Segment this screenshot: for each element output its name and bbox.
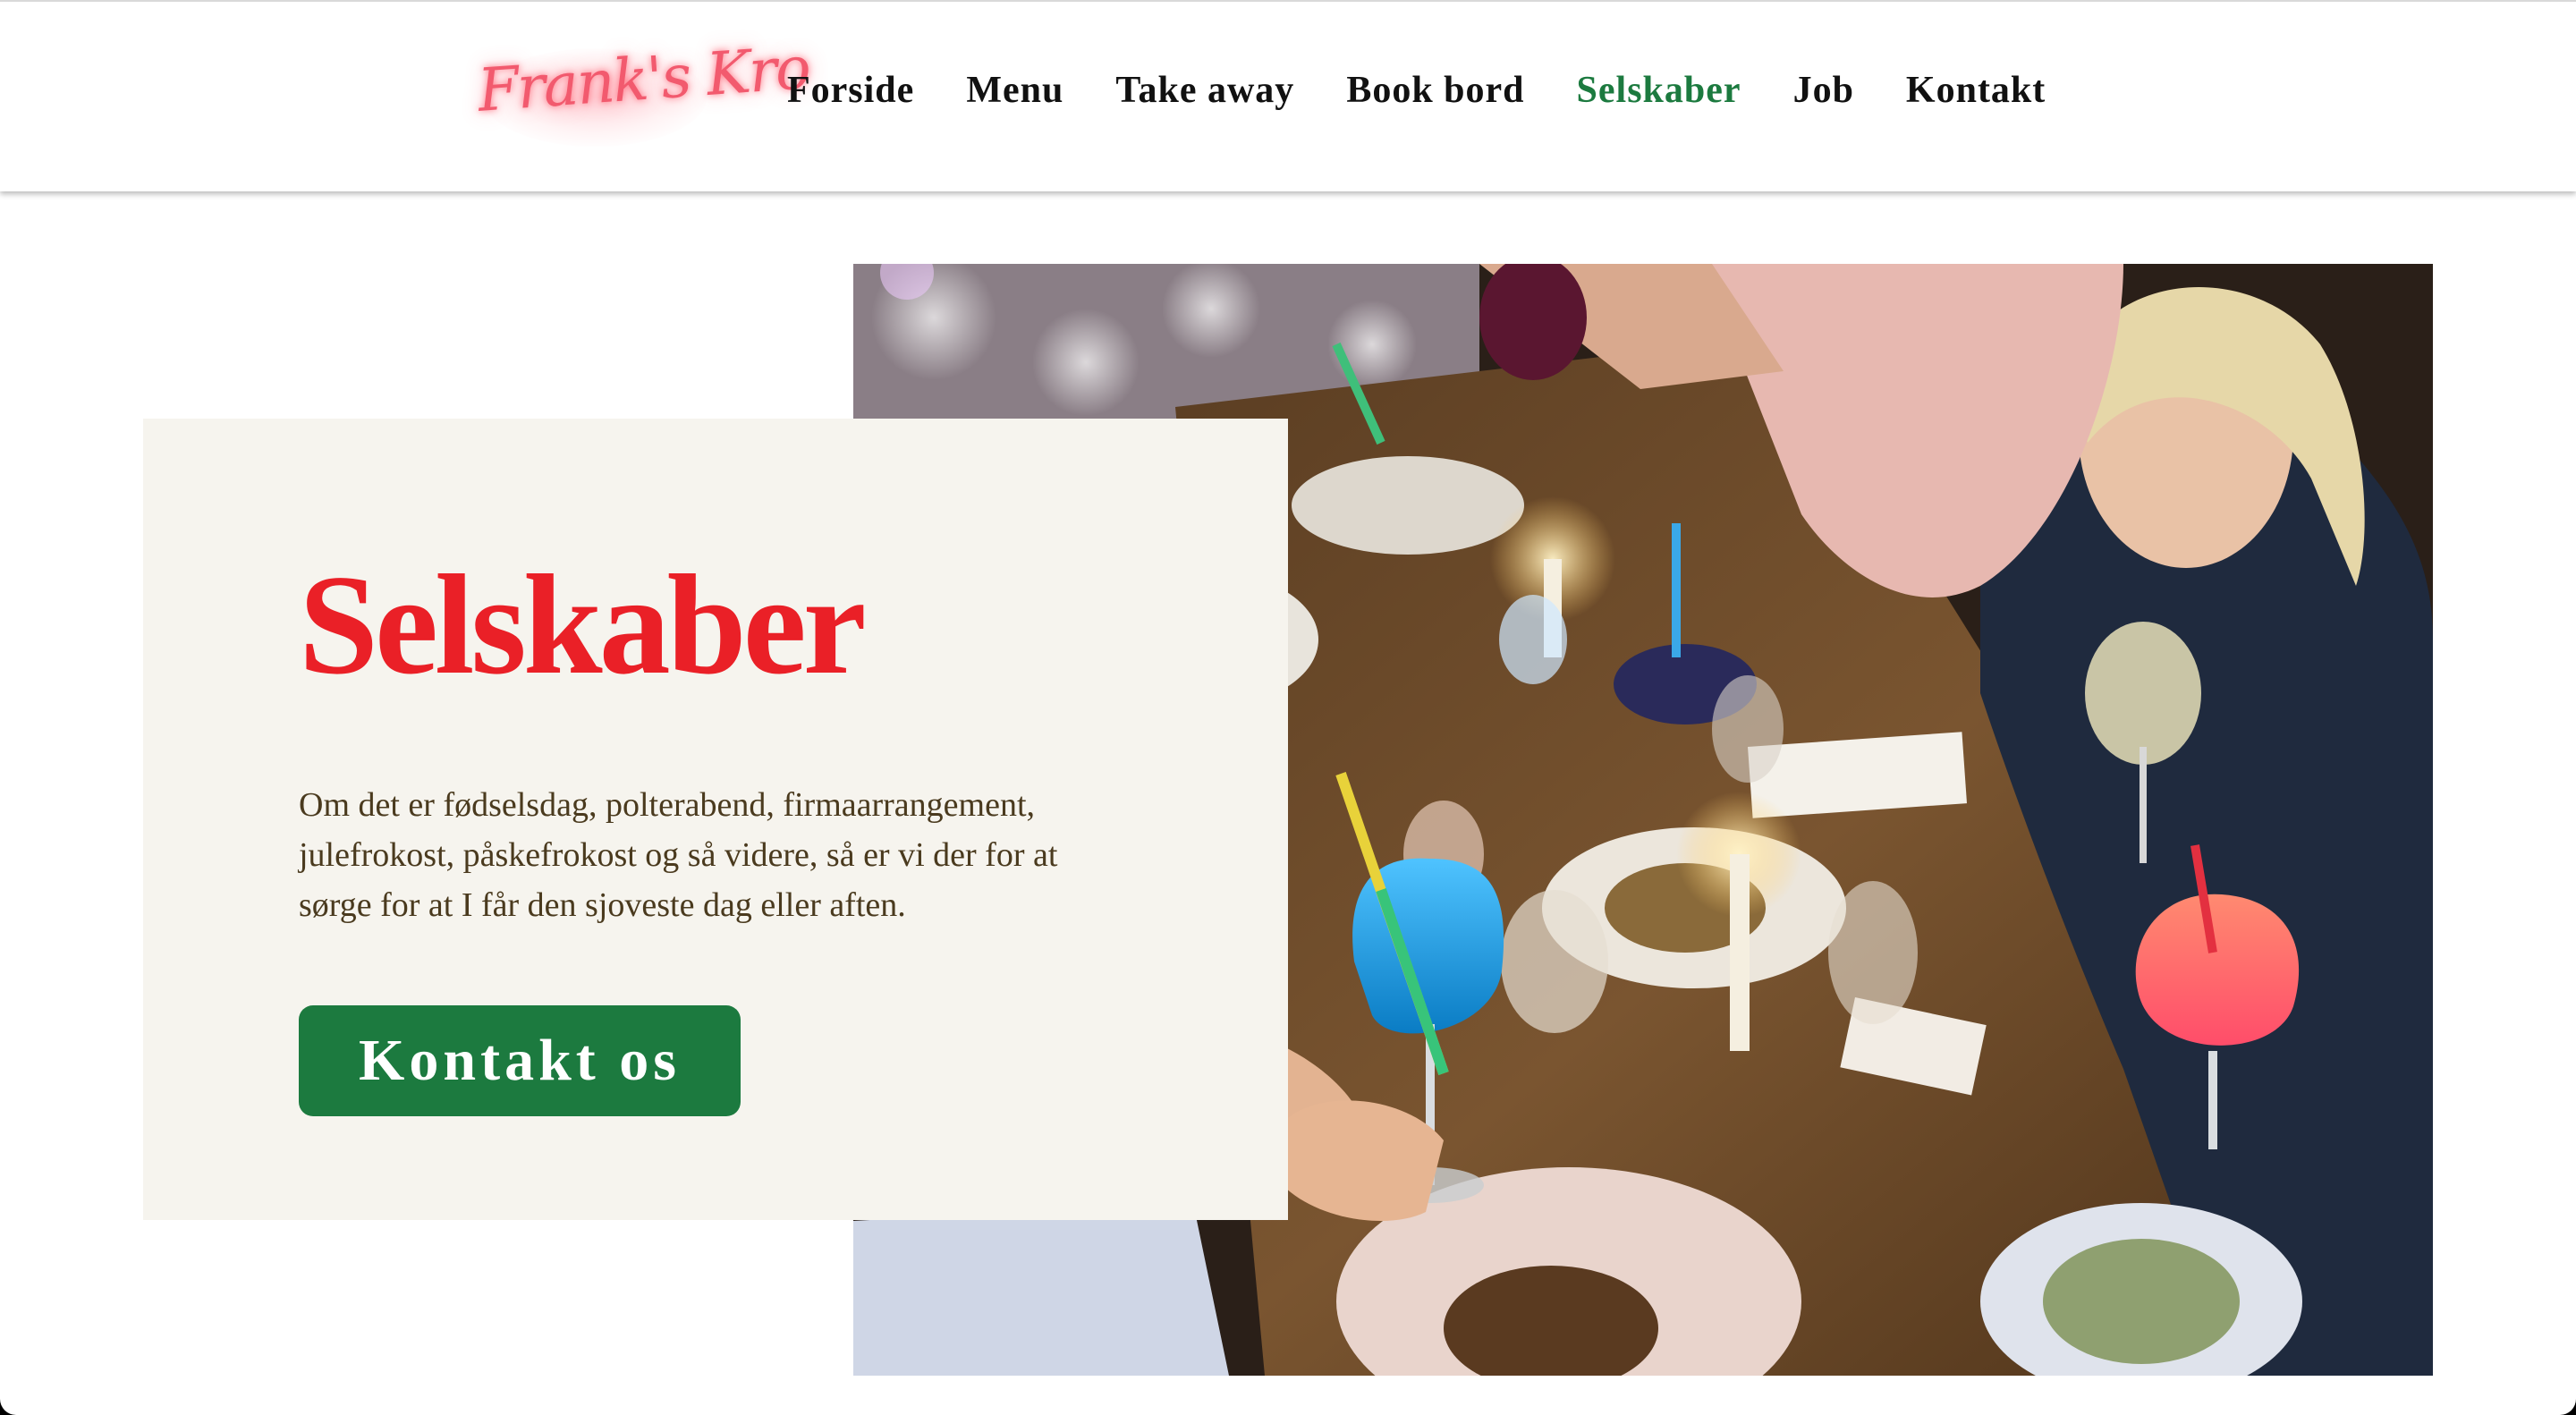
main-nav: Forside Menu Take away Book bord Selskab… [787,59,2046,122]
page-title: Selskaber [299,545,867,704]
hero-description: Om det er fødselsdag, polterabend, firma… [299,786,1058,924]
nav-item-selskaber[interactable]: Selskaber [1577,69,1741,112]
nav-item-kontakt[interactable]: Kontakt [1906,69,2046,112]
nav-item-forside[interactable]: Forside [787,69,914,112]
nav-item-menu[interactable]: Menu [966,69,1063,112]
page: Frank's Kro Forside Menu Take away Book … [0,0,2576,1415]
content-card: Selskaber Om det er fødselsdag, polterab… [143,419,1288,1220]
nav-item-book-bord[interactable]: Book bord [1346,69,1524,112]
nav-item-take-away[interactable]: Take away [1115,69,1294,112]
contact-us-button[interactable]: Kontakt os [299,1005,741,1116]
site-header: Frank's Kro Forside Menu Take away Book … [0,0,2576,191]
logo[interactable]: Frank's Kro [447,29,811,154]
nav-item-job[interactable]: Job [1793,69,1854,112]
logo-text: Frank's Kro [475,33,812,125]
